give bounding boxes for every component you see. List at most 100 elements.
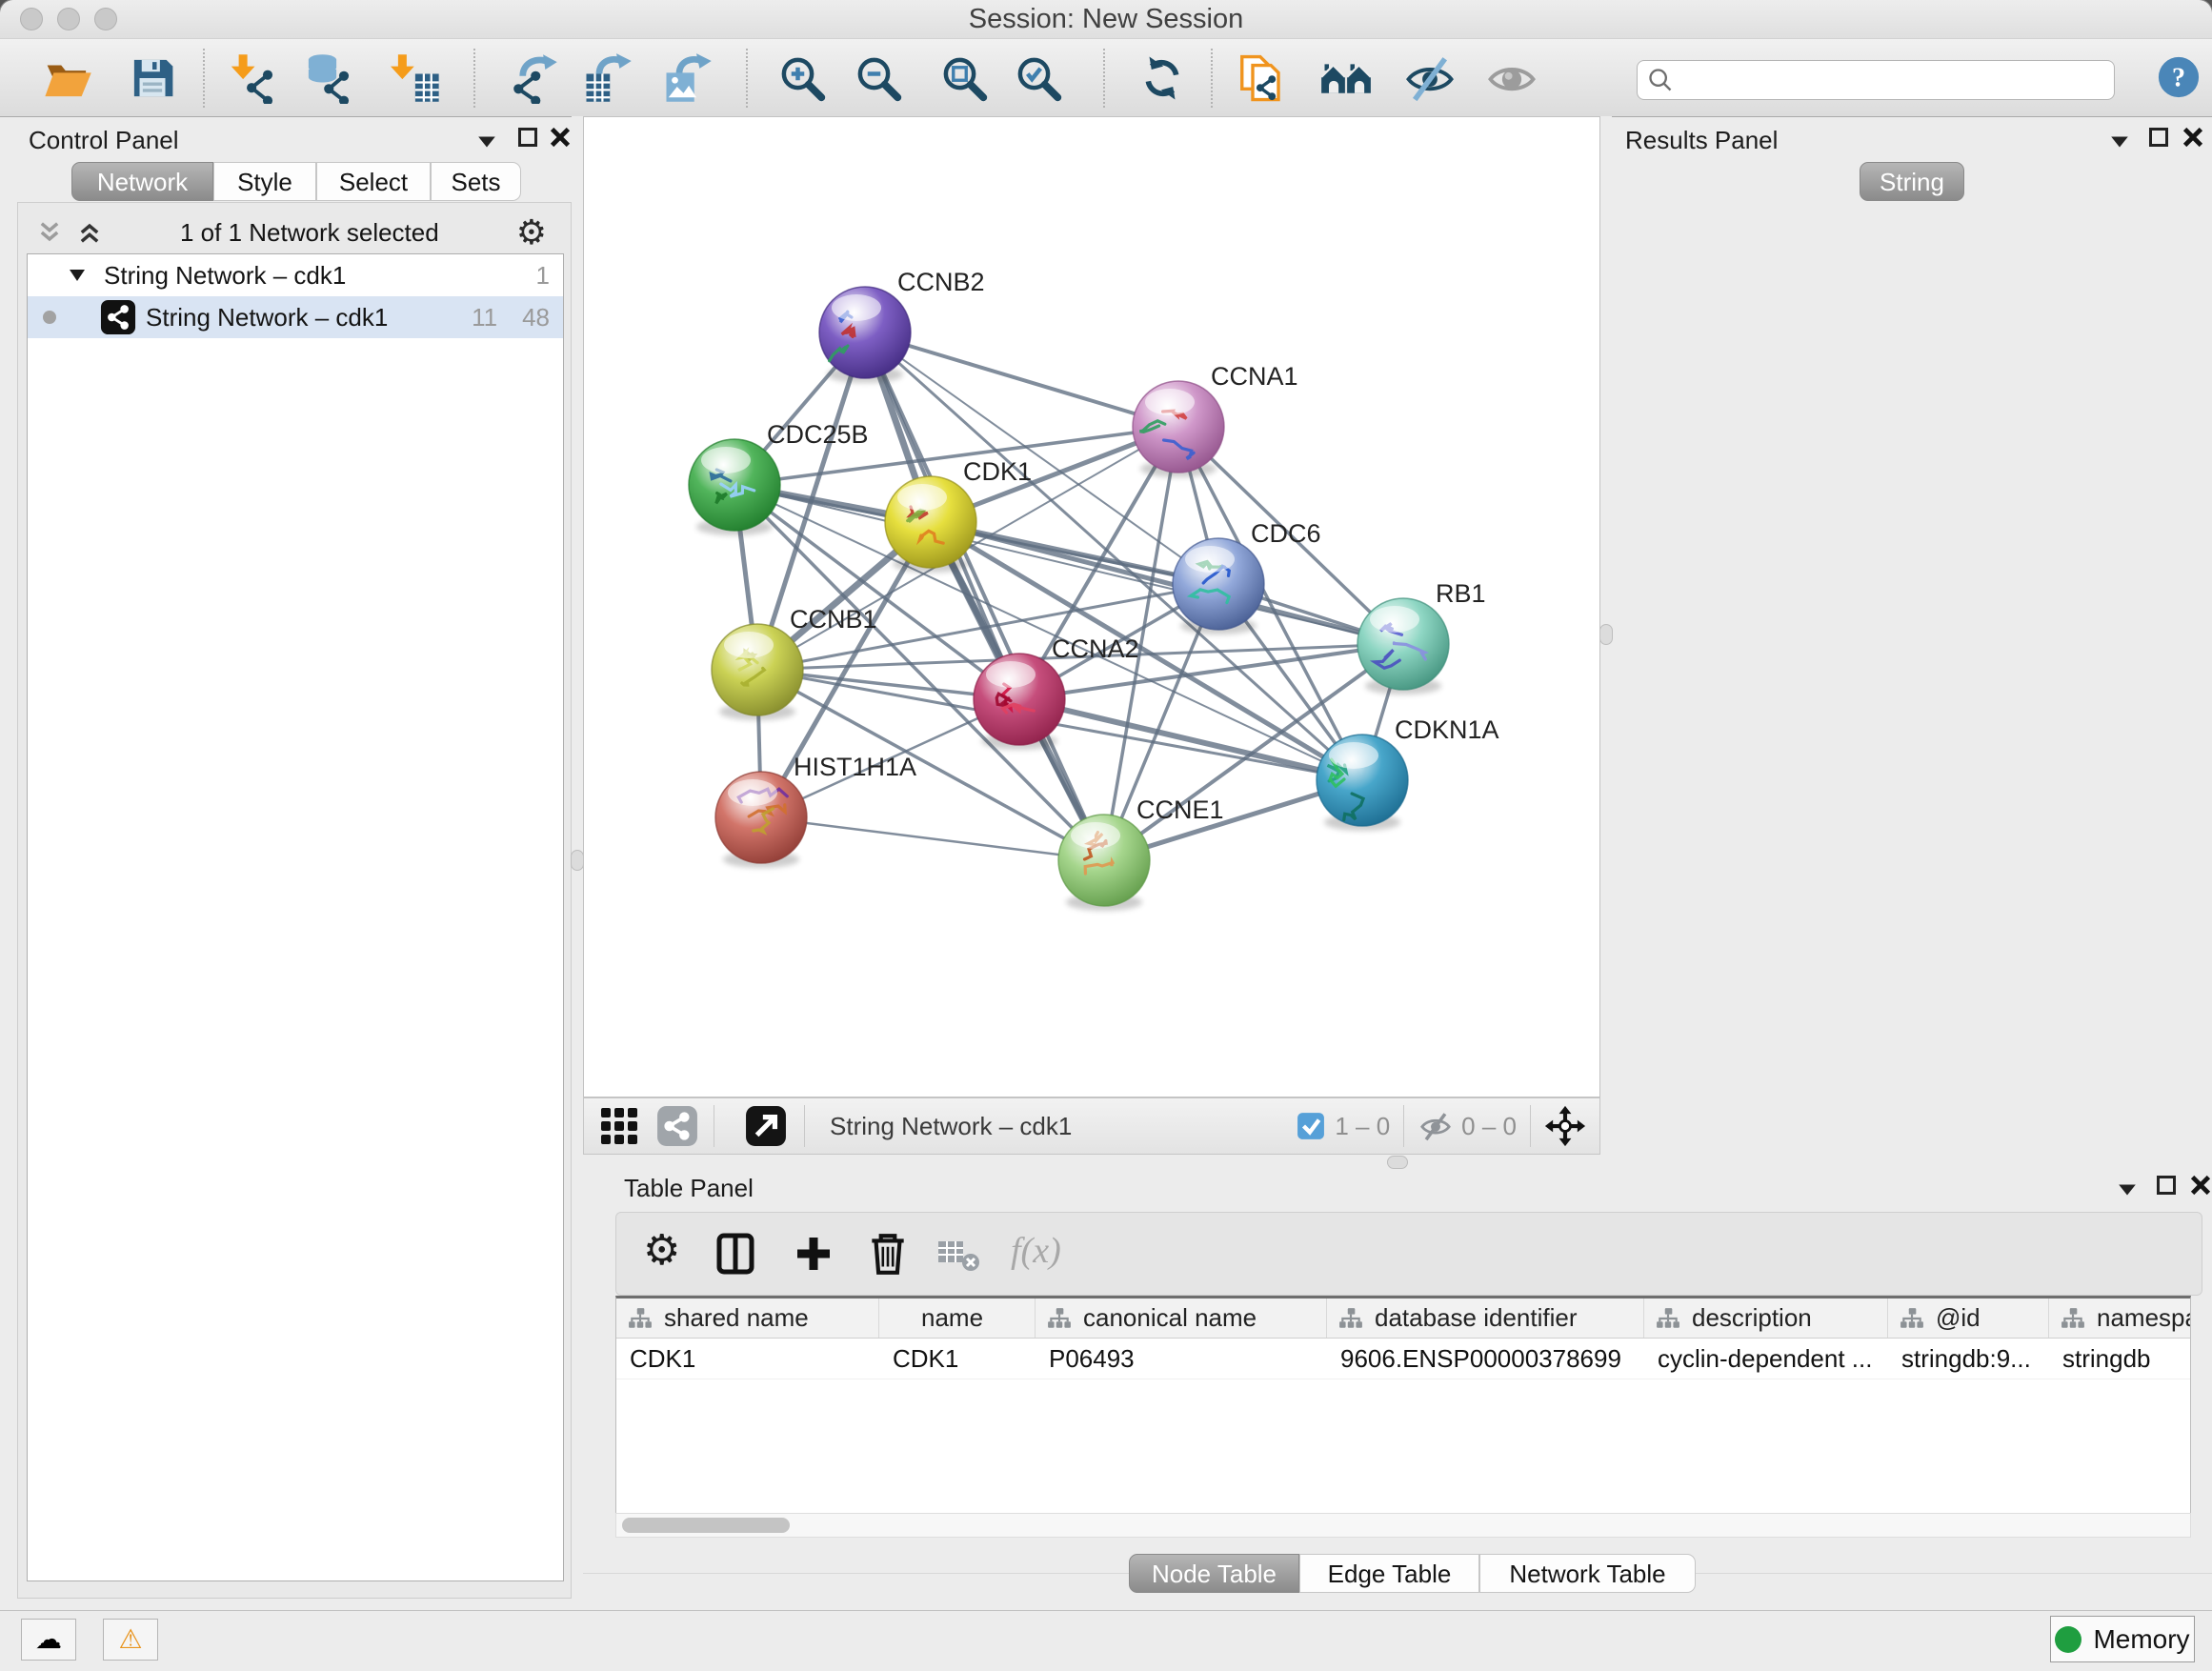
left-splitter[interactable] xyxy=(572,116,583,1160)
import-table-file-icon[interactable] xyxy=(391,52,442,104)
close-panel-icon[interactable] xyxy=(2182,126,2204,149)
table-settings-gear-icon[interactable]: ⚙ xyxy=(643,1226,680,1275)
tab-sets[interactable]: Sets xyxy=(431,162,521,201)
zoom-selected-icon[interactable] xyxy=(1013,52,1064,104)
network-collection-row[interactable]: String Network – cdk1 1 xyxy=(28,254,563,296)
delete-table-icon[interactable] xyxy=(936,1238,980,1272)
node-label: CDC6 xyxy=(1251,519,1321,548)
tab-network-table[interactable]: Network Table xyxy=(1479,1554,1696,1593)
network-edge[interactable] xyxy=(865,332,1178,427)
gear-icon[interactable]: ⚙ xyxy=(516,212,547,252)
show-columns-icon[interactable] xyxy=(714,1232,757,1276)
expand-all-icon[interactable] xyxy=(76,219,103,246)
table-row[interactable]: CDK1CDK1P064939606.ENSP00000378699cyclin… xyxy=(616,1339,2190,1379)
tab-select[interactable]: Select xyxy=(316,162,431,201)
panel-menu-icon[interactable] xyxy=(476,133,497,151)
tab-node-table[interactable]: Node Table xyxy=(1129,1554,1299,1593)
toolbar-separator xyxy=(1403,1105,1404,1147)
toolbar-separator xyxy=(746,49,748,108)
delete-column-trash-icon[interactable] xyxy=(866,1230,910,1278)
hide-selected-icon[interactable] xyxy=(1404,52,1456,104)
column-header-database-identifier[interactable]: database identifier xyxy=(1327,1299,1644,1338)
table-cell[interactable]: 9606.ENSP00000378699 xyxy=(1327,1339,1644,1379)
close-panel-icon[interactable] xyxy=(2189,1174,2212,1197)
zoom-window-icon[interactable] xyxy=(94,8,117,30)
float-panel-icon[interactable] xyxy=(518,128,537,147)
column-header-namespace[interactable]: namespace xyxy=(2049,1299,2191,1338)
float-panel-icon[interactable] xyxy=(2149,128,2168,147)
collection-expander-icon[interactable] xyxy=(68,268,87,283)
table-cell[interactable]: cyclin-dependent ... xyxy=(1644,1339,1888,1379)
export-network-icon[interactable] xyxy=(508,52,559,104)
first-neighbors-icon[interactable] xyxy=(1320,52,1372,104)
float-panel-icon[interactable] xyxy=(2157,1176,2176,1195)
tab-edge-table[interactable]: Edge Table xyxy=(1299,1554,1479,1593)
network-node-CDK1[interactable]: CDK1 xyxy=(885,457,1032,573)
network-status-dot xyxy=(43,311,56,324)
table-cell[interactable]: CDK1 xyxy=(616,1339,879,1379)
import-network-database-icon[interactable] xyxy=(301,52,352,104)
zoom-in-icon[interactable] xyxy=(776,52,828,104)
table-hscrollbar[interactable] xyxy=(615,1513,2191,1538)
network-overview-icon[interactable] xyxy=(656,1105,698,1147)
zoom-fit-icon[interactable] xyxy=(938,52,990,104)
table-cell[interactable]: stringdb xyxy=(2049,1339,2191,1379)
network-node-RB1[interactable]: RB1 xyxy=(1357,579,1486,695)
close-window-icon[interactable] xyxy=(20,8,43,30)
tab-style[interactable]: Style xyxy=(213,162,316,201)
open-view-in-window-icon[interactable] xyxy=(745,1105,787,1147)
create-column-icon[interactable] xyxy=(794,1234,834,1274)
tab-network[interactable]: Network xyxy=(71,162,213,201)
bottom-splitter-handle[interactable] xyxy=(1387,1156,1408,1169)
column-header-name[interactable]: name xyxy=(879,1299,1036,1338)
network-node-HIST1H1A[interactable]: HIST1H1A xyxy=(715,753,916,868)
table-type-tabs: Node TableEdge TableNetwork Table xyxy=(1129,1554,1696,1593)
control-panel-title: Control Panel xyxy=(29,126,179,155)
column-header-description[interactable]: description xyxy=(1644,1299,1888,1338)
pan-move-icon[interactable] xyxy=(1544,1105,1586,1147)
network-view-canvas[interactable]: CCNB2CCNA1CDC25BCDK1CDC6RB1CCNB1CCNA2CDK… xyxy=(583,116,1600,1097)
table-cell[interactable]: P06493 xyxy=(1036,1339,1327,1379)
cloud-icon: ☁ xyxy=(35,1624,62,1654)
search-input[interactable] xyxy=(1681,66,2114,95)
panel-menu-icon[interactable] xyxy=(2109,133,2130,151)
new-network-from-selection-icon[interactable] xyxy=(1236,52,1287,104)
column-header-@id[interactable]: @id xyxy=(1888,1299,2049,1338)
open-session-icon[interactable] xyxy=(42,52,93,104)
birdseye-grid-icon[interactable] xyxy=(599,1106,639,1146)
show-all-icon[interactable] xyxy=(1486,52,1538,104)
collapse-all-icon[interactable] xyxy=(36,219,63,246)
close-panel-icon[interactable] xyxy=(549,126,572,149)
save-session-icon[interactable] xyxy=(127,52,178,104)
table-cell[interactable]: stringdb:9... xyxy=(1888,1339,2049,1379)
column-header-shared-name[interactable]: shared name xyxy=(616,1299,879,1338)
zoom-out-icon[interactable] xyxy=(853,52,904,104)
memory-label: Memory xyxy=(2093,1624,2189,1655)
warnings-button[interactable]: ⚠ xyxy=(103,1619,158,1661)
node-table: shared namenamecanonical namedatabase id… xyxy=(615,1296,2191,1513)
left-splitter-handle[interactable] xyxy=(571,850,584,871)
warning-icon: ⚠ xyxy=(118,1624,142,1654)
selected-checkbox-icon[interactable] xyxy=(1297,1112,1325,1140)
table-toolbar: ⚙ f(x) xyxy=(615,1212,2202,1296)
column-header-canonical-name[interactable]: canonical name xyxy=(1036,1299,1327,1338)
minimize-window-icon[interactable] xyxy=(57,8,80,30)
help-icon[interactable]: ? xyxy=(2157,55,2201,99)
table-hscroll-thumb[interactable] xyxy=(622,1518,790,1533)
node-label: HIST1H1A xyxy=(794,753,916,781)
network-node-CCNA1[interactable]: CCNA1 xyxy=(1133,362,1298,477)
network-node-CDKN1A[interactable]: CDKN1A xyxy=(1317,715,1499,831)
panel-menu-icon[interactable] xyxy=(2117,1181,2138,1198)
table-cell[interactable]: CDK1 xyxy=(879,1339,1036,1379)
cloud-button[interactable]: ☁ xyxy=(21,1619,76,1661)
node-label: CDC25B xyxy=(767,420,869,449)
export-image-icon[interactable] xyxy=(662,52,714,104)
memory-button[interactable]: Memory xyxy=(2050,1616,2195,1662)
results-tab-string[interactable]: String xyxy=(1860,162,1964,201)
export-table-icon[interactable] xyxy=(582,52,633,104)
memory-status-dot xyxy=(2055,1626,2081,1653)
network-edge[interactable] xyxy=(761,817,1104,860)
import-network-file-icon[interactable] xyxy=(225,52,276,104)
refresh-view-icon[interactable] xyxy=(1136,52,1188,104)
network-row[interactable]: String Network – cdk1 11 48 xyxy=(28,296,563,338)
